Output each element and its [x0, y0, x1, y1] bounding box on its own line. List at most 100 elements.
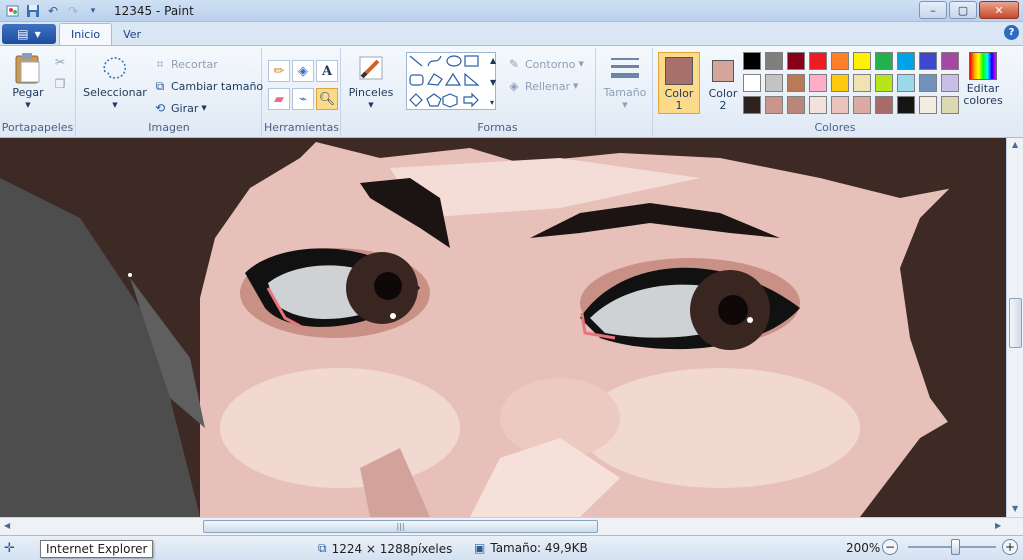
- palette-color-9[interactable]: [919, 52, 937, 70]
- palette-color-28[interactable]: [897, 96, 915, 114]
- outline-label: Contorno: [525, 57, 576, 71]
- palette-color-17[interactable]: [875, 74, 893, 92]
- tab-inicio[interactable]: Inicio: [59, 23, 113, 45]
- shapes-scroll-up[interactable]: ▲: [490, 56, 496, 65]
- redo-icon[interactable]: ↷: [64, 2, 82, 20]
- resize-button[interactable]: ⧉ Cambiar tamaño: [152, 78, 263, 94]
- shapes-gallery: [406, 52, 496, 110]
- fill-label: Rellenar: [525, 79, 571, 93]
- rotate-icon: ⟲: [154, 101, 166, 115]
- horizontal-scroll-thumb[interactable]: |||: [203, 520, 598, 533]
- palette-color-4[interactable]: [809, 52, 827, 70]
- vertical-scroll-thumb[interactable]: [1009, 298, 1022, 348]
- palette-color-26[interactable]: [853, 96, 871, 114]
- palette-color-3[interactable]: [787, 52, 805, 70]
- vertical-scrollbar[interactable]: ▲ ▼: [1006, 138, 1023, 517]
- palette-color-7[interactable]: [875, 52, 893, 70]
- palette-color-30[interactable]: [941, 96, 959, 114]
- minimize-button[interactable]: –: [919, 1, 947, 19]
- color-picker-tool[interactable]: ⌁: [292, 88, 314, 110]
- paint-app-icon[interactable]: [4, 2, 22, 20]
- scroll-up-arrow-icon[interactable]: ▲: [1012, 140, 1018, 149]
- palette-color-21[interactable]: [743, 96, 761, 114]
- help-icon[interactable]: ?: [1004, 25, 1019, 40]
- brushes-button[interactable]: Pinceles ▼: [346, 52, 396, 111]
- copy-icon: ❐: [54, 77, 66, 91]
- palette-color-10[interactable]: [941, 52, 959, 70]
- zoom-out-button[interactable]: −: [882, 539, 898, 555]
- cut-button[interactable]: ✂: [52, 54, 71, 70]
- eye-right-glint: [747, 317, 753, 323]
- horizontal-scrollbar[interactable]: ◀ ||| ▶: [0, 517, 1023, 535]
- zoom-slider-thumb[interactable]: [951, 539, 960, 555]
- scissors-icon: ✂: [54, 55, 66, 69]
- palette-color-22[interactable]: [765, 96, 783, 114]
- color2-button[interactable]: Color 2: [702, 52, 744, 114]
- save-icon[interactable]: [24, 2, 42, 20]
- fill-tool[interactable]: ◈: [292, 60, 314, 82]
- chevron-down-icon: ▼: [573, 82, 579, 90]
- magnifier-tool[interactable]: 🔍︎: [316, 88, 338, 110]
- scroll-left-arrow-icon[interactable]: ◀: [4, 521, 10, 530]
- zoom-level: 200%: [846, 541, 881, 555]
- shapes-scroll-down[interactable]: ▼: [490, 78, 496, 87]
- maximize-button[interactable]: ▢: [949, 1, 977, 19]
- palette-color-23[interactable]: [787, 96, 805, 114]
- shapes-expand[interactable]: ▾: [490, 98, 494, 107]
- palette-color-18[interactable]: [897, 74, 915, 92]
- copy-button[interactable]: ❐: [52, 76, 71, 92]
- size-text: Tamaño: 49,9KB: [490, 541, 588, 555]
- chevron-down-icon: ▼: [112, 101, 118, 109]
- palette-color-16[interactable]: [853, 74, 871, 92]
- palette-color-6[interactable]: [853, 52, 871, 70]
- crop-button[interactable]: ⌗ Recortar: [152, 56, 218, 72]
- ribbon: Pegar ▼ ✂ ❐ Portapapeles Seleccionar ▼ ⌗…: [0, 45, 1023, 138]
- eye-left-glint: [390, 313, 396, 319]
- palette-color-27[interactable]: [875, 96, 893, 114]
- tab-ver[interactable]: Ver: [112, 23, 152, 45]
- scroll-down-arrow-icon[interactable]: ▼: [1012, 504, 1018, 513]
- undo-icon[interactable]: ↶: [44, 2, 62, 20]
- clipboard-icon: [12, 52, 44, 84]
- palette-color-20[interactable]: [941, 74, 959, 92]
- eraser-tool[interactable]: ▰: [268, 88, 290, 110]
- paste-button[interactable]: Pegar ▼: [8, 52, 48, 111]
- paste-label: Pegar: [12, 86, 44, 99]
- resize-label: Cambiar tamaño: [171, 79, 264, 93]
- rotate-button[interactable]: ⟲ Girar ▼: [152, 100, 207, 116]
- zoom-in-button[interactable]: +: [1002, 539, 1018, 555]
- brush-icon: [355, 52, 387, 84]
- palette-color-1[interactable]: [743, 52, 761, 70]
- fill-button[interactable]: ◈ Rellenar ▼: [506, 78, 578, 94]
- scroll-right-arrow-icon[interactable]: ▶: [995, 521, 1001, 530]
- palette-color-5[interactable]: [831, 52, 849, 70]
- palette-color-25[interactable]: [831, 96, 849, 114]
- select-button[interactable]: Seleccionar ▼: [83, 52, 147, 111]
- color1-button[interactable]: Color 1: [658, 52, 700, 114]
- title-bar: ↶ ↷ ▾ 12345 - Paint – ▢ ✕: [0, 0, 1023, 22]
- size-button[interactable]: Tamaño ▼: [601, 52, 649, 111]
- palette-color-12[interactable]: [765, 74, 783, 92]
- customize-toolbar-icon[interactable]: ▾: [84, 2, 102, 20]
- paint-menu-button[interactable]: ▤ ▼: [2, 24, 56, 44]
- chevron-down-icon: ▼: [368, 101, 374, 109]
- palette-color-13[interactable]: [787, 74, 805, 92]
- outline-button[interactable]: ✎ Contorno ▼: [506, 56, 584, 72]
- palette-color-15[interactable]: [831, 74, 849, 92]
- palette-color-14[interactable]: [809, 74, 827, 92]
- color1-swatch: [665, 57, 693, 85]
- close-button[interactable]: ✕: [979, 1, 1019, 19]
- palette-color-11[interactable]: [743, 74, 761, 92]
- file-size: ▣ Tamaño: 49,9KB: [474, 541, 588, 555]
- palette-color-2[interactable]: [765, 52, 783, 70]
- shapes-icons: [409, 55, 480, 108]
- palette-color-19[interactable]: [919, 74, 937, 92]
- edit-colors-button[interactable]: Editar colores: [962, 52, 1004, 107]
- palette-color-8[interactable]: [897, 52, 915, 70]
- text-tool[interactable]: A: [316, 60, 338, 82]
- pencil-tool[interactable]: ✏: [268, 60, 290, 82]
- palette-color-29[interactable]: [919, 96, 937, 114]
- color2-number: 2: [719, 99, 727, 112]
- drawing-canvas[interactable]: [0, 138, 1006, 517]
- palette-color-24[interactable]: [809, 96, 827, 114]
